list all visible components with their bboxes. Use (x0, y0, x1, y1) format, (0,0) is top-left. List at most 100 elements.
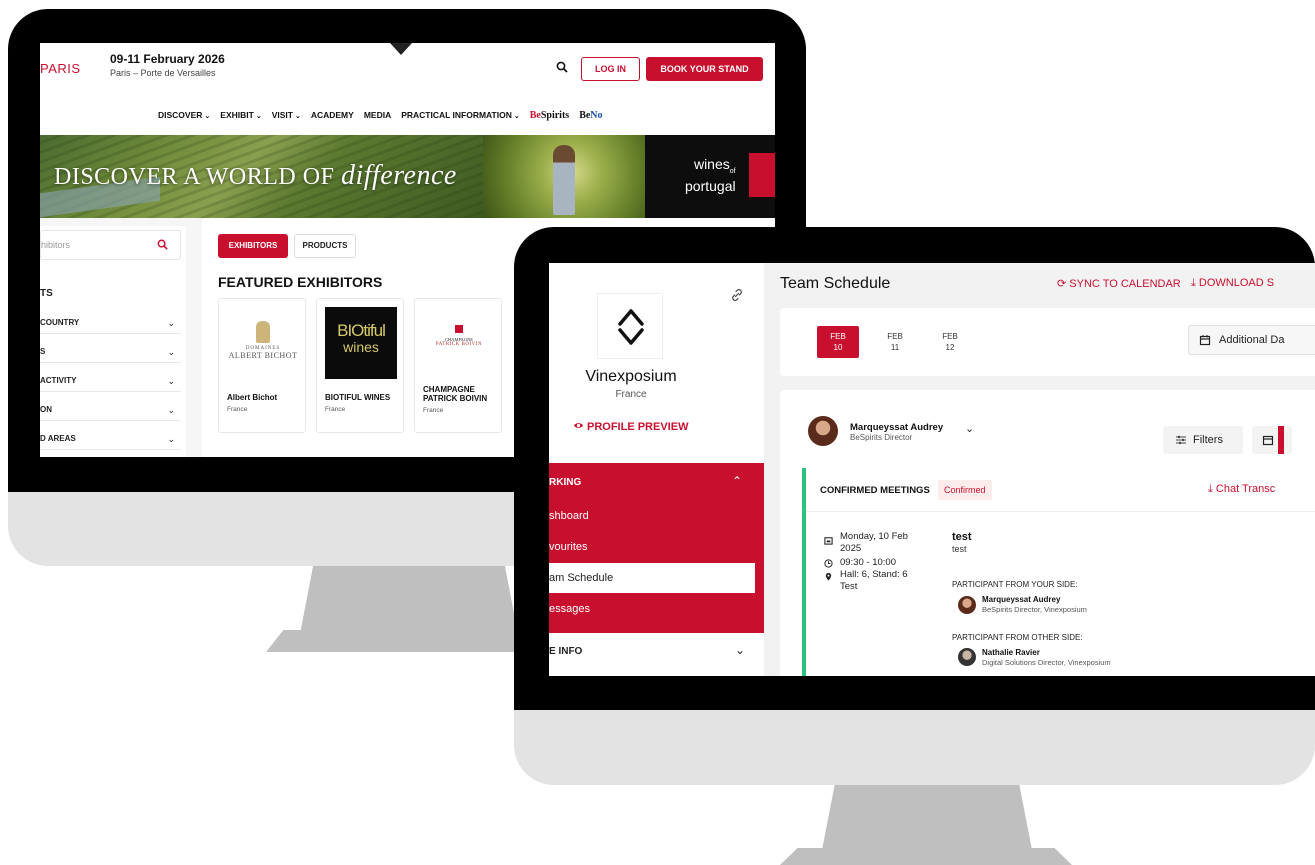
nav-visit[interactable]: VISIT ⌄ (272, 110, 301, 120)
exhibitor-country: France (227, 406, 248, 413)
filter-areas[interactable]: D AREAS ⌄ (40, 428, 181, 450)
clock-icon (824, 559, 833, 568)
menu-item-messages[interactable]: essages (549, 603, 590, 615)
chevron-down-icon: ⌄ (513, 113, 520, 120)
calendar-icon (1262, 435, 1274, 446)
nav-beno-logo[interactable]: BeNo (579, 110, 602, 121)
chevron-down-icon: ⌄ (167, 347, 175, 357)
chevron-down-icon[interactable]: ⌄ (965, 422, 974, 435)
banner-headline: DISCOVER A WORLD OF difference (54, 160, 457, 191)
nav-discover[interactable]: DISCOVER ⌄ (158, 110, 210, 120)
status-badge: Confirmed (938, 480, 992, 500)
networking-menu: RKING ⌃ shboard vourites am Schedule ess… (549, 463, 764, 633)
date-tab-feb-11[interactable]: FEB 11 (874, 326, 916, 358)
filter-country[interactable]: COUNTRY ⌄ (40, 312, 181, 334)
your-side-label: PARTICIPANT FROM YOUR SIDE: (952, 580, 1078, 589)
search-icon[interactable] (556, 61, 568, 73)
chevron-down-icon: ⌄ (204, 113, 211, 120)
sliders-icon (1176, 435, 1186, 445)
exhibitor-name: Albert Bichot (227, 393, 278, 402)
event-date: 09-11 February 2026 (110, 52, 225, 66)
site-logo[interactable]: PARIS (40, 61, 81, 76)
front-monitor-base (780, 848, 1072, 865)
sync-to-calendar-button[interactable]: ⟳ SYNC TO CALENDAR (1057, 277, 1181, 290)
participant-name: Nathalie Ravier (982, 648, 1040, 657)
tab-products[interactable]: PRODUCTS (294, 234, 356, 258)
featured-exhibitors-heading: FEATURED EXHIBITORS (218, 274, 383, 290)
download-icon: ⤓ (1208, 483, 1216, 495)
meeting-title: test (952, 531, 972, 543)
login-button[interactable]: LOG IN (581, 57, 640, 81)
filter-2[interactable]: S ⌄ (40, 341, 181, 363)
calendar-icon (824, 537, 833, 545)
search-icon[interactable] (157, 239, 168, 250)
avatar (958, 648, 976, 666)
event-place: Paris – Porte de Versailles (110, 68, 216, 78)
participant-name: Marqueyssat Audrey (982, 595, 1061, 604)
filter-sidebar: hibitors TS COUNTRY ⌄ S ⌄ ACTIVITY ⌄ ON ⌄ D … (40, 226, 186, 457)
sync-icon: ⟳ (1057, 278, 1070, 290)
date-tab-feb-10[interactable]: FEB 10 (817, 326, 859, 358)
meeting-location: Hall: 6, Stand: 6 Test (840, 569, 908, 592)
woman-in-vineyard-image (483, 135, 645, 218)
download-button[interactable]: ⤓ DOWNLOAD S (1191, 277, 1274, 290)
user-name[interactable]: Marqueyssat Audrey (850, 422, 943, 433)
info-section-heading[interactable]: E INFO (549, 646, 582, 657)
front-monitor-screen: Vinexposium France PROFILE PREVIEW RKING… (549, 263, 1315, 676)
menu-item-favourites[interactable]: vourites (549, 541, 588, 553)
dropdown-notch-icon (390, 43, 412, 55)
participant-role: Digital Solutions Director, Vinexposium (982, 658, 1111, 667)
exhibitor-card[interactable]: DOMAINES ALBERT BICHOT Albert Bichot Fra… (218, 298, 306, 433)
profile-preview-link[interactable]: PROFILE PREVIEW (573, 420, 688, 433)
patrick-boivin-logo: CHAMPAGNE PATRICK BOIVIN (423, 307, 495, 379)
download-icon: ⤓ (1191, 277, 1199, 289)
networking-heading[interactable]: RKING (549, 477, 581, 488)
exhibitor-search-input[interactable]: hibitors (40, 230, 181, 260)
albert-bichot-logo: DOMAINES ALBERT BICHOT (227, 307, 299, 379)
chevron-down-icon: ⌄ (255, 113, 262, 120)
wines-of-portugal-logo: winesof portugal (645, 135, 775, 218)
confirmed-meetings-heading: CONFIRMED MEETINGS (820, 485, 930, 496)
exhibitor-country: France (325, 406, 346, 413)
biotiful-wines-logo: BIOtiful wines (325, 307, 397, 379)
filters-button[interactable]: Filters (1163, 426, 1243, 454)
profile-sidebar: Vinexposium France PROFILE PREVIEW RKING… (549, 263, 764, 676)
menu-item-dashboard[interactable]: shboard (549, 510, 589, 522)
exhibitor-card[interactable]: BIOtiful wines BIOTIFUL WINES France (316, 298, 404, 433)
chat-transcript-button[interactable]: ⤓ Chat Transc (1208, 483, 1275, 496)
other-side-label: PARTICIPANT FROM OTHER SIDE: (952, 633, 1083, 642)
nav-bespirits-logo[interactable]: BeSpirits (530, 110, 569, 121)
tab-exhibitors[interactable]: EXHIBITORS (218, 234, 288, 258)
eye-icon (573, 423, 584, 428)
chevron-down-icon: ⌄ (167, 434, 175, 444)
chevron-down-icon[interactable]: ⌄ (735, 643, 745, 657)
exhibitor-card[interactable]: CHAMPAGNE PATRICK BOIVIN CHAMPAGNE PATRIC… (414, 298, 502, 433)
calendar-view-button[interactable] (1252, 426, 1292, 454)
date-tab-feb-12[interactable]: FEB 12 (929, 326, 971, 358)
menu-item-team-schedule[interactable]: am Schedule (549, 563, 755, 593)
calendar-icon (1199, 335, 1211, 346)
nav-exhibit[interactable]: EXHIBIT ⌄ (220, 110, 261, 120)
front-monitor-stand (822, 785, 1032, 850)
chevron-up-icon[interactable]: ⌃ (732, 474, 742, 488)
confirmed-meetings-section: CONFIRMED MEETINGS Confirmed ⤓ Chat Tran… (802, 468, 1315, 676)
filter-4[interactable]: ON ⌄ (40, 399, 181, 421)
meeting-date: Monday, 10 Feb 2025 (840, 531, 908, 554)
vinexposium-logo (597, 293, 663, 359)
nav-practical-information[interactable]: PRACTICAL INFORMATION ⌄ (401, 110, 520, 120)
vineyard-image: DISCOVER A WORLD OF difference (40, 135, 483, 218)
site-header: PARIS 09-11 February 2026 Paris – Porte … (40, 43, 775, 95)
book-stand-button[interactable]: BOOK YOUR STAND (646, 57, 763, 81)
user-role: BeSpirits Director (850, 433, 913, 442)
meeting-time: 09:30 - 10:00 (840, 557, 896, 568)
date-selector: FEB 10 FEB 11 FEB 12 Additional Da (780, 308, 1315, 376)
nav-media[interactable]: MEDIA (364, 110, 391, 120)
promo-banner[interactable]: DISCOVER A WORLD OF difference winesof po… (40, 135, 775, 218)
filters-heading: TS (40, 288, 53, 299)
link-icon[interactable] (729, 287, 745, 303)
filter-activity[interactable]: ACTIVITY ⌄ (40, 370, 181, 392)
additional-days-button[interactable]: Additional Da (1188, 325, 1315, 355)
nav-academy[interactable]: ACADEMY (311, 110, 354, 120)
chevron-down-icon: ⌄ (167, 376, 175, 386)
exhibitor-name: CHAMPAGNE PATRICK BOIVIN (423, 385, 488, 403)
